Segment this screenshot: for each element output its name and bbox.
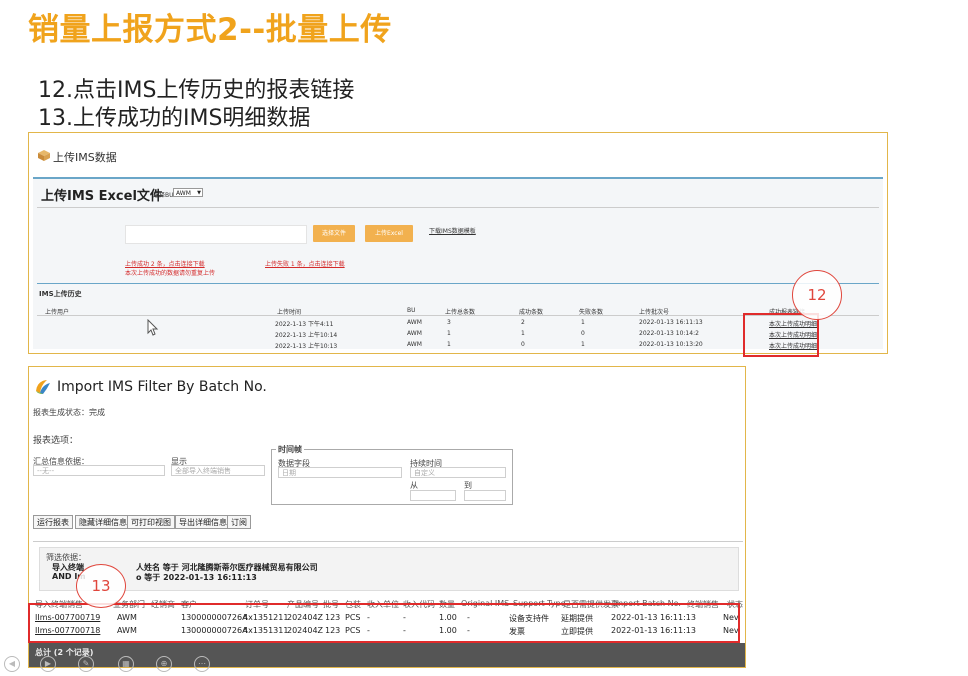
date-field-value: 日期 — [282, 469, 296, 477]
to-input[interactable] — [464, 490, 506, 501]
subscribe-button[interactable]: 订阅 — [227, 515, 251, 529]
summary-select-value: --无-- — [37, 467, 55, 475]
rows-highlight-box — [28, 603, 740, 643]
duration-value: 自定义 — [414, 469, 435, 477]
slide-title: 销量上报方式2--批量上传 — [28, 12, 392, 48]
bu-select[interactable]: AWM ▼ — [173, 188, 203, 197]
from-input[interactable] — [410, 490, 456, 501]
history-row-time: 2022-1-13 上午10:14 — [275, 332, 338, 339]
link-highlight-box — [743, 313, 819, 357]
history-row-fail: 1 — [581, 341, 585, 348]
bu-select-value: AWM — [176, 190, 191, 197]
success-download-link[interactable]: 上传成功 2 条，点击连接下载 — [125, 259, 205, 268]
report-logo-icon — [36, 380, 50, 394]
summary-select[interactable]: --无-- — [33, 465, 165, 476]
status-value: 完成 — [89, 408, 105, 417]
history-row-bu: AWM — [407, 341, 422, 348]
fail-download-link[interactable]: 上传失败 1 条，点击连接下载 — [265, 259, 345, 268]
cursor-icon — [147, 319, 159, 336]
history-row-bu: AWM — [407, 330, 422, 337]
history-title: IMS上传历史 — [39, 290, 82, 298]
history-row-fail: 1 — [581, 319, 585, 326]
divider — [33, 541, 743, 542]
box-icon — [38, 150, 50, 161]
history-row-batch: 2022-01-13 10:14:2 — [639, 330, 699, 337]
show-select-value: 全部导入终端销售 — [175, 467, 231, 475]
run-report-button[interactable]: 运行报表 — [33, 515, 73, 529]
export-details-button[interactable]: 导出详细信息 — [175, 515, 231, 529]
history-row-total: 3 — [447, 319, 451, 326]
download-template-link[interactable]: 下载IMS数据模板 — [429, 226, 476, 235]
step-13-text: 13.上传成功的IMS明细数据 — [38, 106, 311, 131]
printable-view-button[interactable]: 可打印视图 — [127, 515, 175, 529]
hide-details-button[interactable]: 隐藏详细信息 — [75, 515, 131, 529]
history-row-time: 2022-1-13 上午10:13 — [275, 343, 338, 350]
zoom-icon[interactable]: ⊕ — [156, 656, 172, 672]
prev-slide-icon[interactable]: ◀ — [4, 656, 20, 672]
history-divider — [37, 283, 879, 284]
upload-excel-button[interactable]: 上传Excel — [365, 225, 413, 242]
history-col-bu: BU — [407, 307, 416, 314]
callout-13: 13 — [76, 564, 126, 608]
history-row-batch: 2022-01-13 10:13:20 — [639, 341, 703, 348]
more-options-icon[interactable]: ⋯ — [194, 656, 210, 672]
time-frame-box: 时间帧 数据字段 日期 持续时间 自定义 从 到 — [271, 444, 513, 505]
history-row-batch: 2022-01-13 16:11:13 — [639, 319, 703, 326]
filter-line-2b: o 等于 2022-01-13 16:11:13 — [136, 573, 257, 582]
history-row-bu: AWM — [407, 319, 422, 326]
options-label: 报表选项： — [33, 436, 79, 446]
success-warning-text: 本次上传成功的数据请勿重复上传 — [125, 270, 216, 277]
divider — [37, 207, 879, 208]
bu-label: 选择BU — [153, 192, 174, 199]
next-slide-icon[interactable]: ▶ — [40, 656, 56, 672]
report-title: Import IMS Filter By Batch No. — [57, 379, 267, 395]
presentation-controls: ◀ ▶ ✎ ▦ ⊕ ⋯ — [4, 656, 224, 674]
history-row-success: 0 — [521, 341, 525, 348]
upload-section-title: 上传IMS Excel文件 — [41, 189, 163, 204]
history-row-time: 2022-1-13 下午4:11 — [275, 321, 334, 328]
status-label: 报表生成状态： — [33, 408, 89, 417]
date-field-select[interactable]: 日期 — [278, 467, 402, 478]
show-select[interactable]: 全部导入终端销售 — [171, 465, 265, 476]
history-row-total: 1 — [447, 330, 451, 337]
slides-grid-icon[interactable]: ▦ — [118, 656, 134, 672]
choose-file-button[interactable]: 选择文件 — [313, 225, 355, 242]
duration-select[interactable]: 自定义 — [410, 467, 506, 478]
history-row-total: 1 — [447, 341, 451, 348]
upload-page-title: 上传IMS数据 — [53, 151, 117, 164]
history-row-fail: 0 — [581, 330, 585, 337]
pen-icon[interactable]: ✎ — [78, 656, 94, 672]
chevron-down-icon: ▼ — [197, 190, 201, 196]
callout-12: 12 — [792, 270, 842, 320]
history-row-success: 2 — [521, 319, 525, 326]
time-frame-label: 时间帧 — [276, 444, 304, 455]
history-row-success: 1 — [521, 330, 525, 337]
upload-page-header: 上传IMS数据 — [29, 133, 887, 177]
file-path-input[interactable] — [125, 225, 307, 244]
filter-summary-box: 筛选依据： 导入终端 人姓名 等于 河北隆腾斯蒂尔医疗器械贸易有限公司 AND … — [39, 547, 739, 591]
